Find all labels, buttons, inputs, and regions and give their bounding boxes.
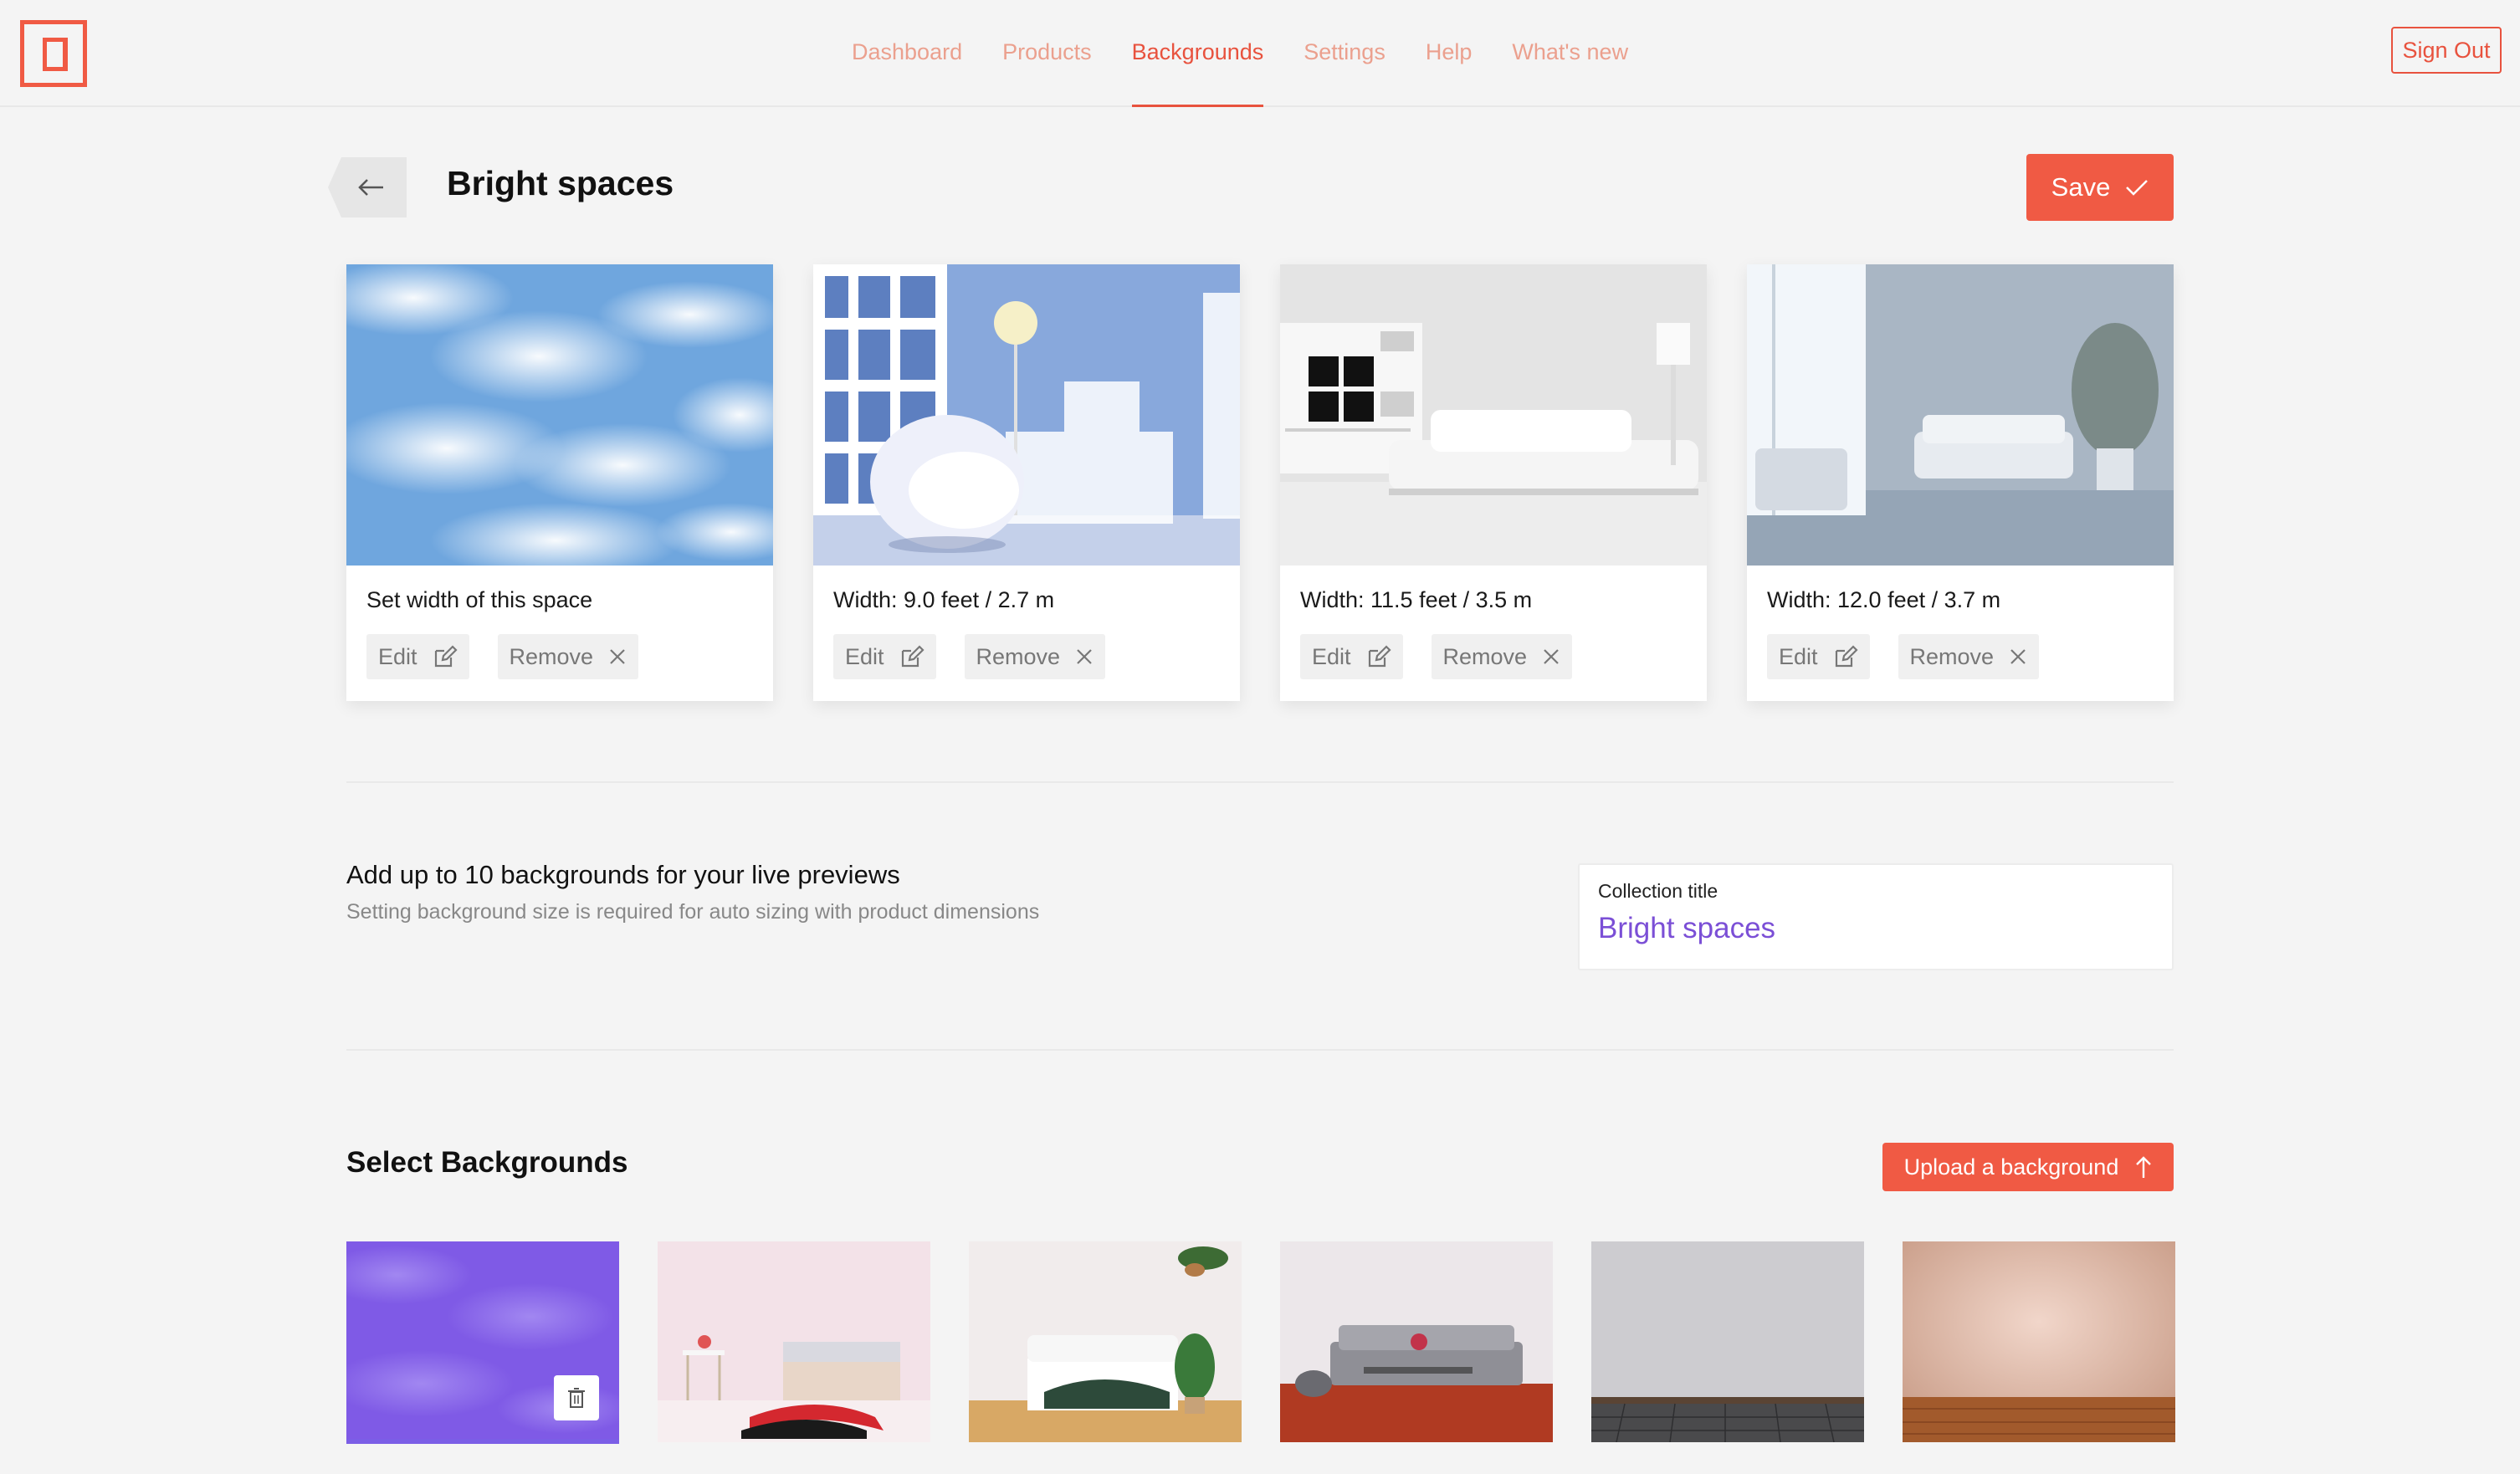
white-bedroom-plants-image	[969, 1241, 1242, 1442]
upload-button-label: Upload a background	[1903, 1154, 2119, 1180]
main-nav: Dashboard Products Backgrounds Settings …	[852, 0, 1668, 107]
close-icon	[1544, 649, 1559, 664]
background-card: Width: 9.0 feet / 2.7 m Edit Remove	[813, 264, 1240, 701]
collection-title-input[interactable]	[1598, 912, 2150, 945]
nav-settings[interactable]: Settings	[1304, 0, 1385, 107]
card-actions: Edit Remove	[1300, 634, 1573, 679]
card-actions: Edit Remove	[833, 634, 1106, 679]
card-caption: Width: 12.0 feet / 3.7 m	[1767, 587, 2001, 612]
checkmark-icon	[2126, 180, 2149, 196]
background-thumbnail[interactable]	[1591, 1241, 1864, 1442]
nav-dashboard[interactable]: Dashboard	[852, 0, 962, 107]
card-actions: Edit Remove	[366, 634, 639, 679]
background-thumbnail[interactable]	[1280, 1241, 1553, 1442]
grey-wall-tile-floor-image	[1591, 1241, 1864, 1442]
close-icon	[2010, 649, 2026, 664]
close-icon	[1077, 649, 1092, 664]
save-button-label: Save	[2051, 172, 2111, 202]
edit-button[interactable]: Edit	[1300, 634, 1403, 679]
edit-label: Edit	[845, 643, 884, 669]
remove-button[interactable]: Remove	[1898, 634, 2040, 679]
card-actions: Edit Remove	[1767, 634, 2040, 679]
edit-label: Edit	[1779, 643, 1818, 669]
card-caption: Set width of this space	[366, 587, 593, 612]
sky-clouds-image	[346, 264, 773, 566]
page-title: Bright spaces	[447, 164, 674, 202]
nav-whats-new[interactable]: What's new	[1512, 0, 1628, 107]
delete-trash-button[interactable]	[554, 1375, 599, 1420]
peach-wall-wood-floor-image	[1903, 1241, 2175, 1442]
pencil-edit-icon	[901, 645, 925, 668]
pencil-edit-icon	[1368, 645, 1391, 668]
background-thumbnail-selected[interactable]	[346, 1241, 619, 1444]
back-button[interactable]	[328, 157, 407, 218]
logo-door-shape	[43, 38, 68, 71]
background-thumbnail[interactable]	[969, 1241, 1242, 1442]
pencil-edit-icon	[1835, 645, 1858, 668]
edit-button[interactable]: Edit	[366, 634, 469, 679]
collection-title-field[interactable]: Collection title	[1578, 863, 2174, 970]
pencil-edit-icon	[434, 645, 458, 668]
nav-products[interactable]: Products	[1002, 0, 1092, 107]
card-caption: Width: 11.5 feet / 3.5 m	[1300, 587, 1533, 612]
info-title: Add up to 10 backgrounds for your live p…	[346, 860, 900, 889]
remove-label: Remove	[1909, 643, 1995, 669]
edit-label: Edit	[378, 643, 417, 669]
info-subtitle: Setting background size is required for …	[346, 900, 1040, 924]
blue-grey-lounge-image	[1747, 264, 2174, 566]
trash-icon	[568, 1388, 585, 1408]
background-thumbnail[interactable]	[1903, 1241, 2175, 1442]
background-card: Width: 12.0 feet / 3.7 m Edit Remove	[1747, 264, 2174, 701]
edit-button[interactable]: Edit	[1767, 634, 1870, 679]
back-arrow-icon	[328, 157, 407, 218]
blue-room-chair-image	[813, 264, 1240, 566]
remove-label: Remove	[1442, 643, 1528, 669]
remove-label: Remove	[976, 643, 1061, 669]
close-icon	[610, 649, 625, 664]
background-card: Set width of this space Edit Remove	[346, 264, 773, 701]
nav-help[interactable]: Help	[1426, 0, 1473, 107]
edit-label: Edit	[1312, 643, 1351, 669]
section-divider	[346, 781, 2174, 783]
sign-out-button[interactable]: Sign Out	[2391, 27, 2502, 74]
save-button[interactable]: Save	[2026, 154, 2174, 221]
remove-button[interactable]: Remove	[964, 634, 1106, 679]
top-navigation-bar: Dashboard Products Backgrounds Settings …	[0, 0, 2520, 107]
pink-bedroom-image	[658, 1241, 930, 1442]
background-card: Width: 11.5 feet / 3.5 m Edit Remove	[1280, 264, 1707, 701]
section-divider	[346, 1049, 2174, 1051]
background-thumbnail[interactable]	[658, 1241, 930, 1442]
collection-title-label: Collection title	[1598, 880, 1718, 902]
upload-background-button[interactable]: Upload a background	[1882, 1143, 2174, 1191]
nav-backgrounds[interactable]: Backgrounds	[1131, 0, 1263, 107]
upload-arrow-icon	[2136, 1156, 2152, 1178]
brand-logo[interactable]	[20, 20, 87, 87]
white-living-room-image	[1280, 264, 1707, 566]
remove-button[interactable]: Remove	[1431, 634, 1573, 679]
remove-button[interactable]: Remove	[497, 634, 639, 679]
card-caption: Width: 9.0 feet / 2.7 m	[833, 587, 1055, 612]
select-backgrounds-heading: Select Backgrounds	[346, 1146, 628, 1179]
grey-sofa-red-rug-image	[1280, 1241, 1553, 1442]
remove-label: Remove	[509, 643, 594, 669]
edit-button[interactable]: Edit	[833, 634, 936, 679]
